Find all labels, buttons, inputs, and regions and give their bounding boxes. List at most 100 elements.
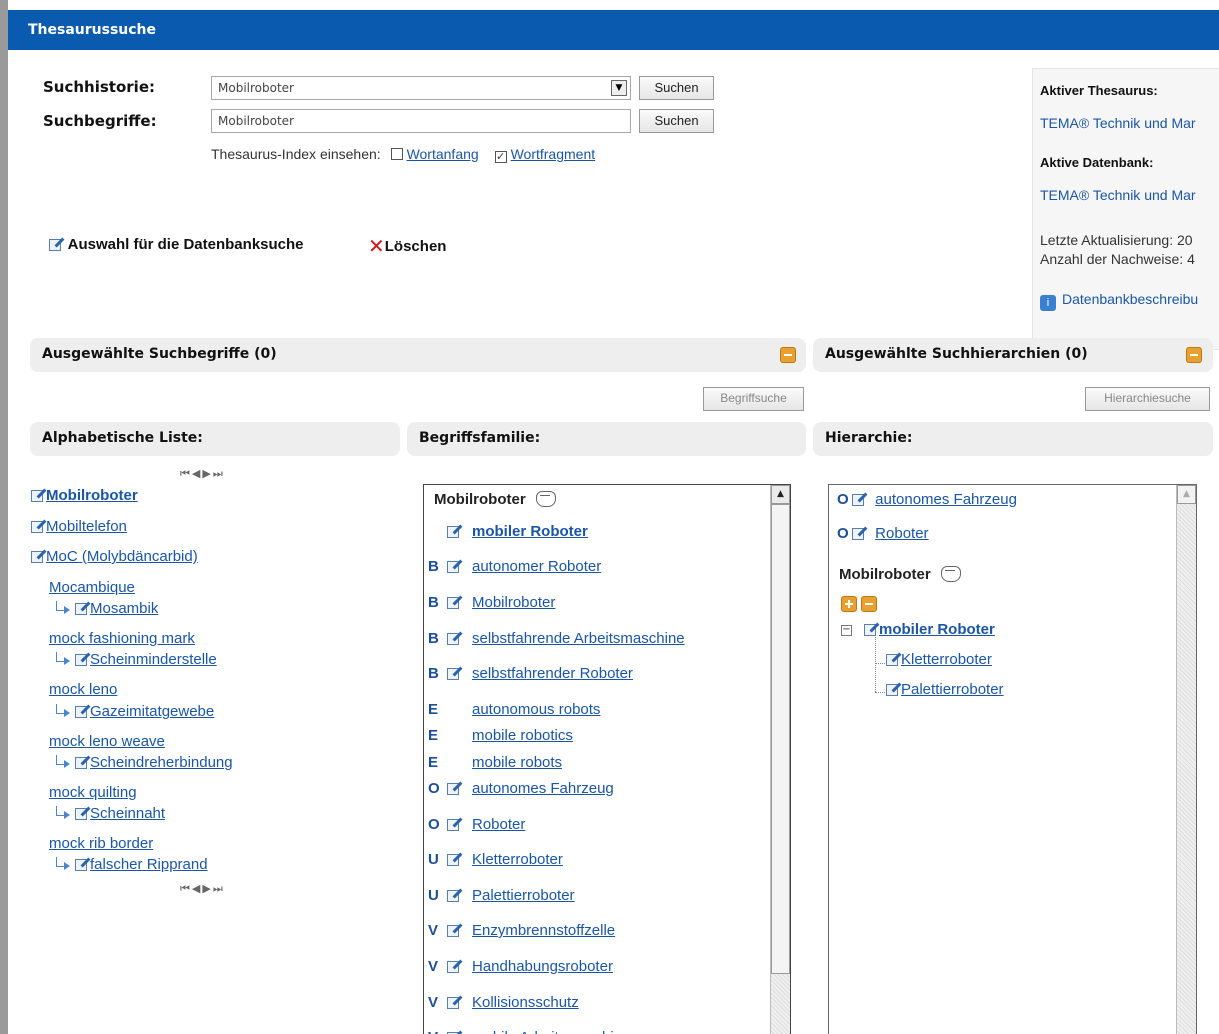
edit-icon[interactable]: [446, 958, 463, 974]
family-term-link[interactable]: mobile robots: [472, 754, 562, 771]
term-search-button[interactable]: Begriffsuche: [703, 387, 804, 411]
alpha-item-link[interactable]: Mobilroboter: [46, 487, 138, 504]
hierarchy-broader-2: O Roboter: [837, 525, 929, 542]
collapse-all-icon[interactable]: [861, 596, 877, 612]
edit-icon[interactable]: [446, 1029, 463, 1034]
alpha-item-link[interactable]: Scheindreherbindung: [90, 754, 233, 771]
wortfragment-link[interactable]: Wortfragment: [511, 146, 596, 162]
edit-icon[interactable]: [74, 703, 91, 719]
family-term-link[interactable]: selbstfahrender Roboter: [472, 665, 633, 682]
family-row: Vmobile Arbeitsmaschine: [428, 1029, 630, 1034]
hand-pointer-icon[interactable]: [940, 566, 961, 582]
edit-icon[interactable]: [851, 525, 868, 541]
family-term-link[interactable]: Mobilroboter: [472, 594, 555, 611]
edit-icon[interactable]: [446, 887, 463, 903]
hand-pointer-icon[interactable]: [535, 491, 556, 507]
wortfragment-checkbox[interactable]: ✓: [494, 151, 507, 163]
hierarchy-root-link[interactable]: mobiler Roboter: [879, 621, 995, 638]
collapse-minus-icon[interactable]: [1186, 347, 1202, 363]
alpha-item-link[interactable]: Gazeimitatgewebe: [90, 703, 214, 720]
expand-all-icon[interactable]: [841, 596, 857, 612]
tree-line: [875, 663, 885, 664]
hierarchy-child-link[interactable]: Palettierroboter: [901, 681, 1004, 698]
hierarchy-broader-link[interactable]: autonomes Fahrzeug: [875, 491, 1017, 508]
family-term-link[interactable]: Kollisionsschutz: [472, 994, 579, 1011]
edit-icon[interactable]: [863, 621, 880, 637]
relation-code: E: [428, 754, 439, 771]
alpha-item-link[interactable]: mock quilting: [49, 784, 137, 801]
vertical-scrollbar[interactable]: ▲: [770, 485, 790, 1034]
edit-icon[interactable]: [30, 518, 47, 534]
terms-search-button[interactable]: Suchen: [639, 109, 714, 133]
edit-icon[interactable]: [74, 856, 91, 872]
hierarchy-child-link[interactable]: Kletterroboter: [901, 651, 992, 668]
alpha-item-link[interactable]: Scheinnaht: [90, 805, 165, 822]
family-term-link[interactable]: Enzymbrennstoffzelle: [472, 922, 615, 939]
hierarchy-listbox[interactable]: ▲ O autonomes Fahrzeug O Roboter Mobilro…: [828, 484, 1197, 1034]
alpha-item-link[interactable]: Scheinminderstelle: [90, 651, 217, 668]
wortanfang-link[interactable]: Wortanfang: [407, 146, 479, 162]
alpha-item-link[interactable]: Mobiltelefon: [46, 518, 127, 535]
edit-icon[interactable]: [446, 780, 463, 796]
edit-icon[interactable]: [885, 651, 902, 667]
relation-code: V: [428, 1029, 446, 1034]
edit-icon[interactable]: [446, 594, 463, 610]
vertical-scrollbar[interactable]: ▲: [1176, 485, 1196, 1034]
family-term-link[interactable]: autonomous robots: [472, 701, 600, 718]
edit-icon[interactable]: [851, 491, 868, 507]
search-terms-input[interactable]: Mobilroboter: [211, 109, 631, 133]
scroll-up-icon[interactable]: ▲: [771, 485, 790, 504]
history-search-button[interactable]: Suchen: [639, 76, 714, 100]
alpha-item-link[interactable]: falscher Ripprand: [90, 856, 208, 873]
edit-icon[interactable]: [446, 922, 463, 938]
history-select[interactable]: Mobilroboter ▼: [211, 76, 631, 100]
family-term-link[interactable]: mobiler Roboter: [472, 523, 588, 540]
family-term-link[interactable]: mobile Arbeitsmaschine: [472, 1029, 630, 1034]
family-row: U Palettierroboter: [428, 887, 575, 904]
select-for-db-button[interactable]: Auswahl für die Datenbanksuche: [48, 236, 304, 253]
edit-icon[interactable]: [74, 651, 91, 667]
alpha-item-link[interactable]: mock rib border: [49, 835, 153, 852]
edit-icon[interactable]: [74, 600, 91, 616]
alpha-item-link[interactable]: mock fashioning mark: [49, 630, 195, 647]
edit-icon[interactable]: [446, 630, 463, 646]
family-term-link[interactable]: Handhabungsroboter: [472, 958, 613, 975]
edit-icon[interactable]: [885, 681, 902, 697]
alpha-item-link[interactable]: mock leno weave: [49, 733, 165, 750]
family-term-link[interactable]: Kletterroboter: [472, 851, 563, 868]
family-term-link[interactable]: mobile robotics: [472, 727, 573, 744]
tree-toggle-icon[interactable]: −: [841, 625, 852, 636]
family-term-link[interactable]: Roboter: [472, 816, 525, 833]
pager-bottom[interactable]: ⏮◀▶⏭: [180, 882, 225, 896]
delete-button[interactable]: ✕Löschen: [368, 234, 446, 259]
family-row: O Roboter: [428, 816, 525, 833]
scroll-up-icon[interactable]: ▲: [1177, 485, 1196, 504]
wortanfang-checkbox[interactable]: [390, 148, 403, 160]
hierarchy-broader-link[interactable]: Roboter: [875, 525, 928, 542]
alpha-item-link[interactable]: MoC (Molybdäncarbid): [46, 548, 198, 565]
pager-top[interactable]: ⏮◀▶⏭: [180, 467, 225, 481]
edit-icon[interactable]: [446, 851, 463, 867]
edit-icon[interactable]: [30, 548, 47, 564]
family-term-link[interactable]: autonomes Fahrzeug: [472, 780, 614, 797]
chevron-down-icon[interactable]: ▼: [611, 80, 627, 96]
edit-icon[interactable]: [30, 487, 47, 503]
collapse-minus-icon[interactable]: [780, 347, 796, 363]
db-description-link[interactable]: i Datenbankbeschreibu: [1040, 291, 1198, 311]
edit-icon[interactable]: [446, 994, 463, 1010]
family-term-link[interactable]: selbstfahrende Arbeitsmaschine: [472, 630, 685, 647]
alpha-item-link[interactable]: Mocambique: [49, 579, 135, 596]
alpha-item-link[interactable]: mock leno: [49, 681, 117, 698]
edit-icon[interactable]: [446, 665, 463, 681]
edit-icon[interactable]: [446, 816, 463, 832]
edit-icon[interactable]: [446, 558, 463, 574]
edit-icon[interactable]: [74, 805, 91, 821]
hierarchy-search-button[interactable]: Hierarchiesuche: [1085, 387, 1210, 411]
alpha-item-link[interactable]: Mosambik: [90, 600, 158, 617]
scroll-thumb[interactable]: [771, 504, 790, 974]
family-term-link[interactable]: Palettierroboter: [472, 887, 575, 904]
edit-icon[interactable]: [446, 523, 463, 539]
family-term-link[interactable]: autonomer Roboter: [472, 558, 601, 575]
term-family-listbox[interactable]: ▲ Mobilroboter mobiler Roboter Bautonomer…: [423, 484, 791, 1034]
edit-icon[interactable]: [74, 754, 91, 770]
